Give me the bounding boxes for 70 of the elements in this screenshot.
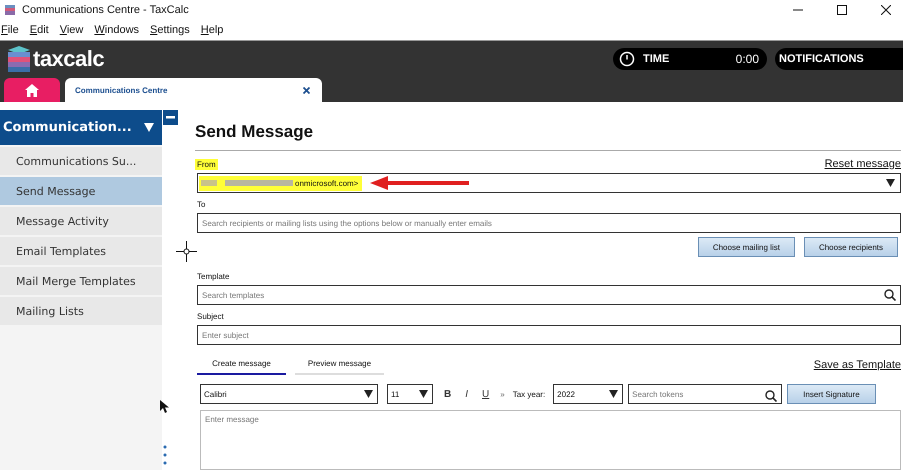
search-icon — [765, 390, 778, 402]
font-select[interactable]: Calibri — [200, 384, 378, 404]
pointer-icon — [160, 400, 169, 414]
search-icon — [884, 289, 896, 301]
dropdown-icon — [144, 123, 154, 132]
time-label: TIME — [643, 53, 670, 65]
menu-item[interactable]: Windows — [94, 24, 140, 36]
insert-signature-button[interactable]: Insert Signature — [787, 384, 876, 404]
logo-icon — [8, 46, 30, 72]
logo-text: taxcalc — [33, 46, 104, 72]
font-value: Calibri — [204, 390, 227, 398]
choose-button[interactable]: Choose mailing list — [698, 237, 795, 257]
editor-tab[interactable]: Preview message — [295, 359, 384, 375]
dropdown-icon — [419, 390, 428, 398]
size-value: 11 — [391, 390, 400, 398]
menu-item[interactable]: Settings — [150, 24, 190, 36]
crosshair-icon — [176, 241, 197, 262]
more-icon[interactable]: » — [500, 390, 505, 398]
maximize-icon[interactable] — [837, 5, 847, 15]
dropdown-icon — [886, 179, 895, 187]
field-label: To — [196, 198, 206, 210]
app-icon — [4, 4, 16, 16]
subject-field[interactable]: Enter subject — [197, 325, 901, 345]
template-search-field[interactable]: Search templates — [197, 285, 901, 305]
format-button[interactable]: B — [441, 388, 454, 400]
format-button[interactable]: U — [479, 388, 492, 400]
sender-value: onmicrosoft.com> — [295, 178, 358, 188]
close-icon[interactable] — [881, 5, 891, 15]
document-tab[interactable]: Communications Centre — [65, 78, 322, 102]
reset-link[interactable]: Reset message — [824, 158, 901, 170]
sidebar-item[interactable]: Mail Merge Templates — [0, 267, 162, 295]
sidebar-item[interactable]: Message Activity — [0, 207, 162, 235]
grip-icon[interactable] — [163, 445, 167, 465]
tab-label: Communications Centre — [75, 86, 168, 94]
tax-year-label: Tax year: — [512, 390, 546, 398]
close-icon[interactable] — [303, 86, 310, 94]
editor-tab[interactable]: Create message — [197, 359, 286, 375]
field-label: Template — [196, 270, 230, 282]
message-field[interactable]: Enter message — [200, 410, 901, 470]
sidebar-item[interactable]: Communications Su... — [0, 147, 162, 175]
dropdown-icon — [609, 390, 618, 398]
sidebar-header[interactable]: Communication... — [0, 110, 162, 145]
size-select[interactable]: 11 — [387, 384, 433, 404]
save-template-link[interactable]: Save as Template — [814, 359, 901, 375]
home-icon — [25, 84, 39, 96]
tax-year-select[interactable]: 2022 — [553, 384, 624, 404]
notifications-button[interactable]: NOTIFICATIONS — [775, 48, 903, 70]
field-label: From — [195, 158, 218, 170]
menu-item[interactable]: Help — [200, 24, 224, 36]
dropdown-icon — [364, 390, 373, 398]
field-label: Subject — [196, 310, 225, 322]
time-value: 0:00 — [736, 52, 759, 66]
menu-item[interactable]: Edit — [30, 24, 49, 36]
sender-select[interactable]: onmicrosoft.com> — [197, 173, 901, 193]
window-title: Communications Centre - TaxCalc — [22, 4, 189, 16]
menu-item[interactable]: View — [60, 24, 84, 36]
format-button[interactable]: I — [462, 388, 472, 400]
page-title: Send Message — [195, 110, 901, 151]
clock-icon — [619, 51, 635, 67]
sidebar-title: Communication... — [3, 120, 132, 135]
sidebar-item[interactable]: Email Templates — [0, 237, 162, 265]
sidebar-item[interactable]: Send Message — [0, 177, 162, 205]
tax-year-value: 2022 — [557, 390, 575, 398]
recipients-field[interactable]: Search recipients or mailing lists using the options below or manually enter emails — [197, 213, 901, 233]
menu-item[interactable]: File — [1, 24, 19, 36]
sidebar-item[interactable]: Mailing Lists — [0, 297, 162, 325]
choose-button[interactable]: Choose recipients — [804, 237, 898, 257]
token-search-field[interactable]: Search tokens — [628, 384, 782, 404]
collapse-icon[interactable] — [163, 110, 178, 125]
home-tab[interactable] — [4, 78, 60, 102]
